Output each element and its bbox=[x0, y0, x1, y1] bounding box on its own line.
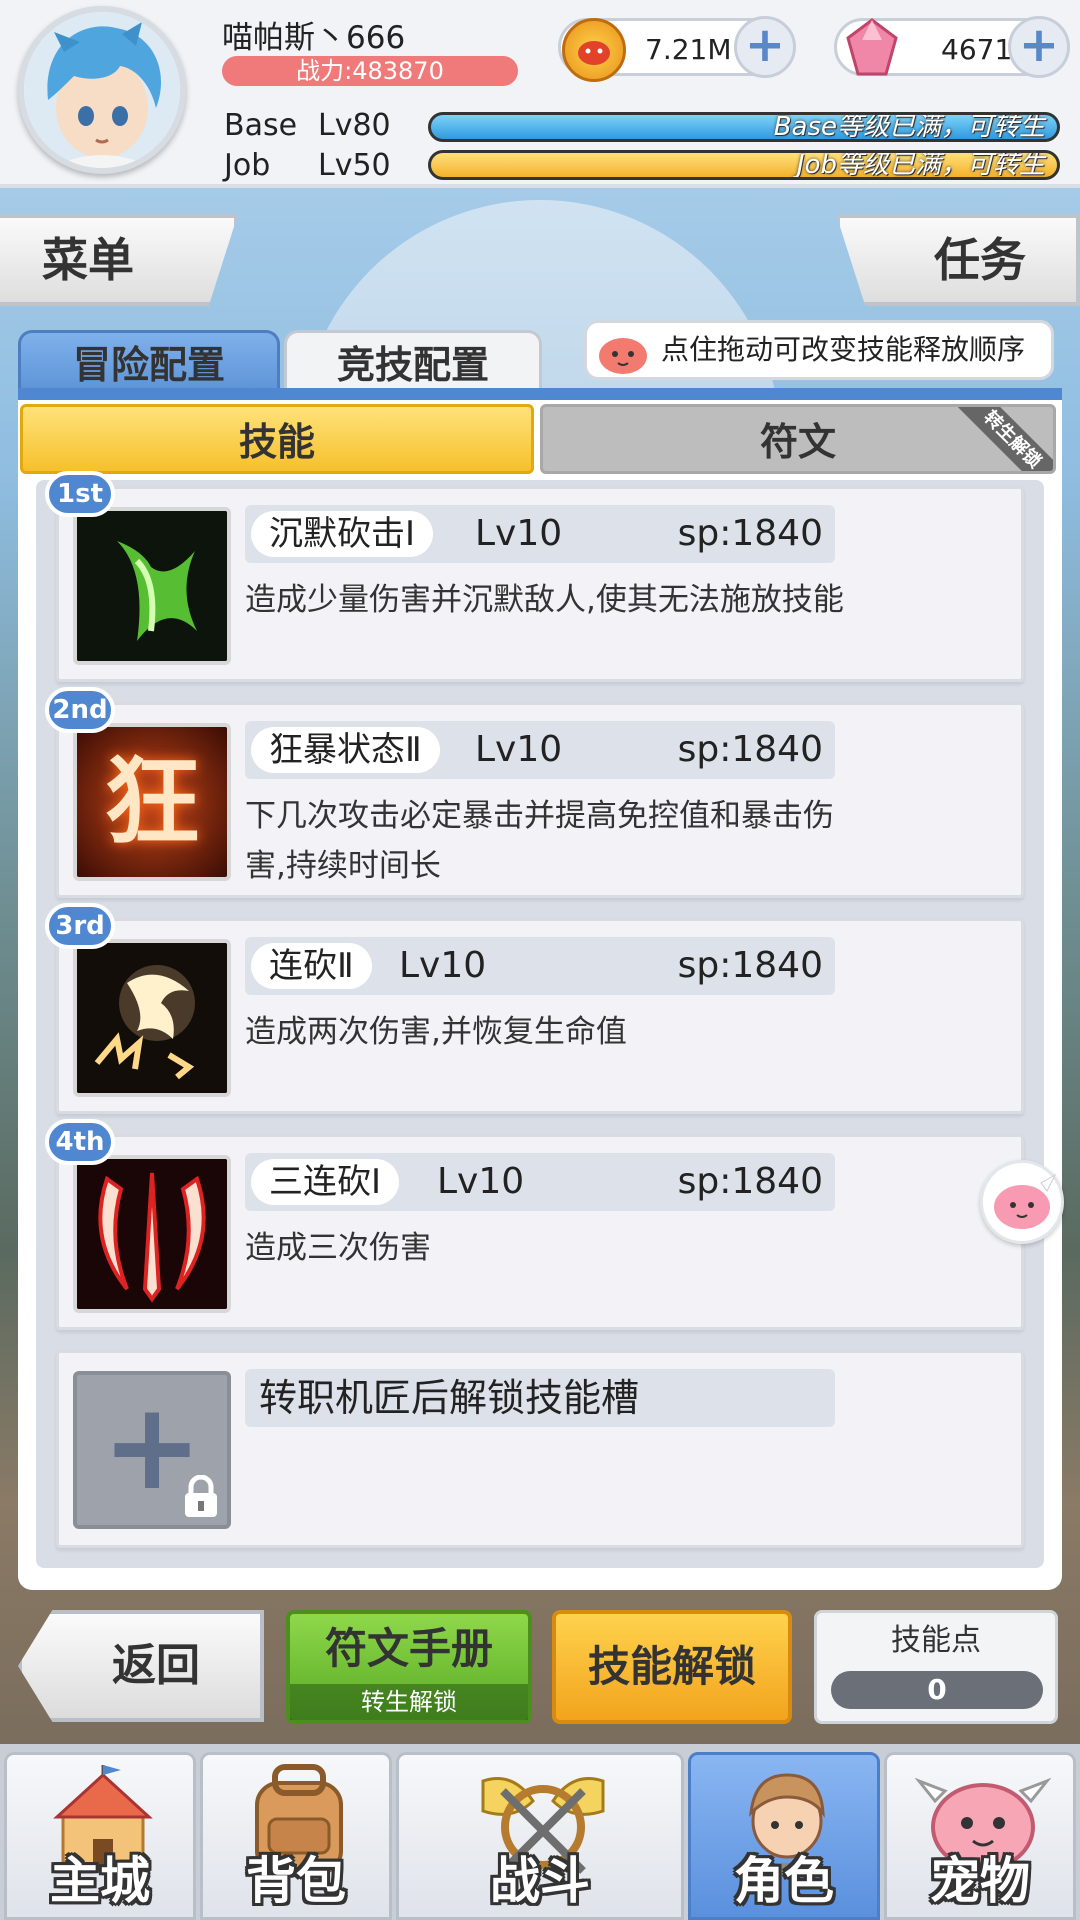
skill-name: 狂暴状态Ⅱ bbox=[251, 727, 440, 773]
skill-level: Lv10 bbox=[475, 513, 563, 554]
skill-points-box: 技能点 0 bbox=[814, 1610, 1058, 1724]
locked-slot-text: 转职机匠后解锁技能槽 bbox=[259, 1376, 640, 1420]
gold-amount: 7.21M bbox=[645, 33, 732, 66]
skill-info-bar: 沉默砍击Ⅰ Lv10 sp:1840 bbox=[245, 505, 835, 563]
order-badge: 1st bbox=[45, 471, 115, 517]
skill-level: Lv10 bbox=[399, 945, 487, 986]
player-portrait-icon bbox=[24, 12, 180, 168]
skill-sp: sp:1840 bbox=[677, 1161, 823, 1202]
rune-handbook-sublabel: 转生解锁 bbox=[290, 1684, 528, 1720]
combat-power-badge: 战力:483870 bbox=[222, 56, 518, 86]
skill-level: Lv10 bbox=[475, 729, 563, 770]
green-claw-icon bbox=[73, 507, 231, 665]
tab-adventure-config[interactable]: 冒险配置 bbox=[18, 330, 280, 394]
gem-amount: 4671 bbox=[941, 33, 1013, 66]
skill-card[interactable]: 狂 2nd 狂暴状态Ⅱ Lv10 sp:1840 下几次攻击必定暴击并提高免控值… bbox=[45, 687, 1024, 898]
add-gem-button[interactable]: + bbox=[1008, 16, 1070, 78]
nav-backpack-label: 背包 bbox=[246, 1852, 346, 1910]
back-button[interactable]: 返回 bbox=[18, 1610, 264, 1722]
gem-icon bbox=[842, 16, 902, 80]
base-bar-text: Base等级已满，可转生 bbox=[773, 112, 1045, 142]
base-label: Base bbox=[224, 108, 298, 143]
rune-handbook-label: 符文手册 bbox=[324, 1624, 493, 1673]
nav-character[interactable]: 角色 bbox=[688, 1752, 880, 1920]
poring-icon bbox=[594, 326, 652, 376]
triple-slash-icon bbox=[73, 1155, 231, 1313]
skill-points-label: 技能点 bbox=[891, 1623, 981, 1658]
job-level: Lv50 bbox=[318, 148, 391, 183]
order-badge: 4th bbox=[45, 1119, 115, 1165]
skill-name: 连砍Ⅱ bbox=[251, 943, 372, 989]
nav-character-label: 角色 bbox=[734, 1852, 834, 1910]
job-bar-text: Job等级已满，可转生 bbox=[796, 150, 1045, 180]
skill-points-value: 0 bbox=[831, 1671, 1043, 1709]
nav-pet[interactable]: 宠物 bbox=[884, 1752, 1076, 1920]
skill-info-bar: 连砍Ⅱ Lv10 sp:1840 bbox=[245, 937, 835, 995]
lock-icon bbox=[181, 1474, 221, 1519]
skill-info-bar: 三连砍Ⅰ Lv10 sp:1840 bbox=[245, 1153, 835, 1211]
skill-description: 下几次攻击必定暴击并提高免控值和暴击伤害,持续时间长 bbox=[245, 798, 834, 884]
nav-pet-label: 宠物 bbox=[930, 1852, 1030, 1910]
skill-card[interactable]: 1st 沉默砍击Ⅰ Lv10 sp:1840 造成少量伤害并沉默敌人,使其无法施… bbox=[45, 471, 1024, 682]
order-badge: 2nd bbox=[45, 687, 115, 733]
tab-pvp-config[interactable]: 竞技配置 bbox=[284, 330, 542, 394]
skill-sp: sp:1840 bbox=[677, 729, 823, 770]
poring-pet-icon bbox=[994, 1173, 1057, 1229]
nav-main-city[interactable]: 主城 bbox=[4, 1752, 196, 1920]
rebirth-unlock-ribbon: 转生解锁 bbox=[948, 407, 1053, 471]
add-gold-button[interactable]: + bbox=[734, 16, 796, 78]
menu-button[interactable]: 菜单 bbox=[0, 214, 238, 306]
nav-battle-label: 战斗 bbox=[490, 1852, 590, 1910]
skill-sp: sp:1840 bbox=[677, 945, 823, 986]
berserk-glyph: 狂 bbox=[104, 746, 200, 858]
tasks-button[interactable]: 任务 bbox=[836, 214, 1080, 306]
order-badge: 3rd bbox=[45, 903, 115, 949]
berserk-icon: 狂 bbox=[73, 723, 231, 881]
base-level: Lv80 bbox=[318, 108, 391, 143]
drag-order-tip: 点住拖动可改变技能释放顺序 bbox=[584, 320, 1054, 380]
skill-card[interactable]: 4th 三连砍Ⅰ Lv10 sp:1840 造成三次伤害 bbox=[45, 1119, 1024, 1330]
rune-handbook-button[interactable]: 符文手册 转生解锁 bbox=[286, 1610, 532, 1724]
skill-level: Lv10 bbox=[437, 1161, 525, 1202]
tab-rune-label: 符文 bbox=[759, 420, 836, 464]
add-slot-icon: + bbox=[73, 1371, 231, 1529]
skill-card[interactable]: 3rd 连砍Ⅱ Lv10 sp:1840 造成两次伤害,并恢复生命值 bbox=[45, 903, 1024, 1114]
tab-rune[interactable]: 符文 转生解锁 bbox=[540, 404, 1056, 474]
base-exp-bar: Base等级已满，可转生 bbox=[428, 112, 1060, 142]
unlock-info-bar: 转职机匠后解锁技能槽 bbox=[245, 1369, 835, 1427]
job-label: Job bbox=[224, 148, 271, 183]
gold-coin-icon bbox=[562, 18, 626, 82]
nav-main-city-label: 主城 bbox=[50, 1852, 150, 1910]
avatar[interactable] bbox=[18, 6, 186, 174]
skill-description: 造成少量伤害并沉默敌人,使其无法施放技能 bbox=[245, 582, 844, 618]
skill-unlock-button[interactable]: 技能解锁 bbox=[552, 1610, 792, 1724]
double-slash-icon bbox=[73, 939, 231, 1097]
nav-backpack[interactable]: 背包 bbox=[200, 1752, 392, 1920]
skill-name: 沉默砍击Ⅰ bbox=[251, 511, 434, 557]
skill-description: 造成两次伤害,并恢复生命值 bbox=[245, 1014, 627, 1050]
job-exp-bar: Job等级已满，可转生 bbox=[428, 150, 1060, 180]
skill-name: 三连砍Ⅰ bbox=[251, 1159, 400, 1205]
nav-battle[interactable]: 战斗 bbox=[396, 1752, 684, 1920]
skill-info-bar: 狂暴状态Ⅱ Lv10 sp:1840 bbox=[245, 721, 835, 779]
tab-skill[interactable]: 技能 bbox=[20, 404, 534, 474]
locked-skill-slot[interactable]: + 转职机匠后解锁技能槽 bbox=[56, 1350, 1024, 1548]
player-name: 喵帕斯丶666 bbox=[222, 20, 406, 56]
skill-description: 造成三次伤害 bbox=[245, 1230, 431, 1266]
skill-sp: sp:1840 bbox=[677, 513, 823, 554]
pet-float-button[interactable] bbox=[980, 1160, 1064, 1244]
